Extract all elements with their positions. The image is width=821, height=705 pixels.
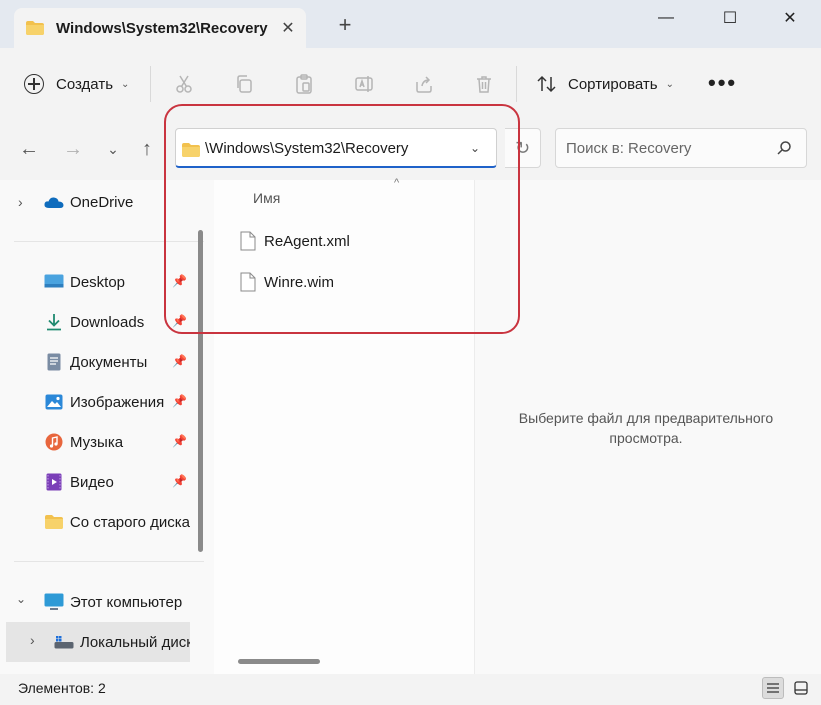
- sidebar-item-label: Со старого диска: [69, 513, 190, 531]
- cloud-icon: [44, 193, 64, 211]
- up-arrow-icon[interactable]: ↑: [134, 136, 160, 162]
- sidebar-item-label: Этот компьютер: [70, 593, 183, 611]
- create-button[interactable]: Создать ⌄: [24, 72, 129, 96]
- rename-icon[interactable]: [350, 70, 378, 98]
- search-input[interactable]: Поиск в: Recovery: [555, 128, 807, 168]
- maximize-button[interactable]: ☐: [714, 6, 746, 30]
- tab-close-icon[interactable]: ✕: [278, 18, 298, 38]
- file-name: Winre.wim: [264, 273, 334, 291]
- toolbar-divider: [516, 66, 517, 102]
- sidebar-item-documents[interactable]: Документы: [44, 350, 147, 374]
- refresh-icon[interactable]: ↻: [505, 128, 541, 168]
- computer-icon: [44, 593, 64, 611]
- items-count: Элементов: 2: [18, 680, 106, 696]
- file-row[interactable]: ReAgent.xml: [240, 228, 350, 254]
- delete-icon[interactable]: [470, 70, 498, 98]
- pin-icon[interactable]: 📌: [172, 434, 187, 448]
- desktop-icon: [44, 273, 64, 291]
- sort-ascending-icon: ^: [394, 177, 400, 189]
- close-window-button[interactable]: ✕: [774, 6, 806, 30]
- preview-text-line: Выберите файл для предварительного: [518, 410, 774, 426]
- sidebar-item-music[interactable]: Музыка: [44, 430, 123, 454]
- folder-icon: [44, 513, 64, 531]
- nav-divider: [14, 241, 204, 242]
- status-bar: [0, 674, 821, 705]
- details-view-icon[interactable]: [762, 677, 784, 699]
- sidebar-item-old-disk[interactable]: Со старого диска: [44, 510, 190, 534]
- sidebar-item-label: Локальный диск: [80, 633, 190, 651]
- file-icon: [240, 272, 256, 292]
- pictures-icon: [44, 393, 64, 411]
- forward-arrow-icon[interactable]: →: [60, 136, 86, 162]
- search-icon: [777, 141, 791, 155]
- folder-icon: [182, 143, 200, 157]
- sidebar-item-this-pc[interactable]: Этот компьютер: [44, 590, 182, 614]
- address-bar[interactable]: \Windows\System32\Recovery ⌄: [175, 128, 497, 168]
- chevron-down-icon: ⌄: [121, 78, 130, 90]
- sidebar-item-video[interactable]: Видео: [44, 470, 114, 494]
- search-placeholder: Поиск в: Recovery: [566, 140, 692, 157]
- sidebar-item-label: Изображения: [70, 393, 165, 411]
- sidebar-item-label: Видео: [70, 473, 114, 491]
- chevron-right-icon[interactable]: ›: [30, 632, 35, 648]
- sidebar-item-label: Desktop: [70, 273, 126, 291]
- file-icon: [240, 231, 256, 251]
- downloads-icon: [44, 313, 64, 331]
- sort-label: Сортировать: [568, 75, 658, 93]
- preview-pane-message: Выберите файл для предварительного просм…: [500, 408, 792, 448]
- address-dropdown-icon[interactable]: ⌄: [470, 141, 480, 155]
- pin-icon[interactable]: 📌: [172, 394, 187, 408]
- tab-recovery[interactable]: Windows\System32\Recovery ✕: [14, 8, 306, 48]
- address-path: \Windows\System32\Recovery: [205, 140, 409, 157]
- folder-icon: [26, 21, 44, 35]
- pin-icon[interactable]: 📌: [172, 354, 187, 368]
- music-icon: [44, 433, 64, 451]
- sidebar-item-local-disk[interactable]: Локальный диск: [54, 630, 190, 654]
- plus-circle-icon: [24, 74, 44, 94]
- sidebar-item-pictures[interactable]: Изображения: [44, 390, 164, 414]
- file-list-scrollbar[interactable]: [238, 659, 320, 664]
- pin-icon[interactable]: 📌: [172, 314, 187, 328]
- chevron-right-icon[interactable]: ›: [18, 194, 23, 210]
- tiles-view-icon[interactable]: [790, 677, 812, 699]
- recent-locations-chevron-icon[interactable]: ⌄: [100, 136, 126, 162]
- file-list: [214, 180, 475, 674]
- sidebar-item-downloads[interactable]: Downloads: [44, 310, 144, 334]
- copy-icon[interactable]: [230, 70, 258, 98]
- video-icon: [44, 473, 64, 491]
- sidebar-item-label: OneDrive: [70, 193, 134, 211]
- sidebar-item-desktop[interactable]: Desktop: [44, 270, 125, 294]
- nav-divider: [14, 561, 204, 562]
- back-arrow-icon[interactable]: ←: [16, 136, 42, 162]
- more-options-button[interactable]: •••: [708, 70, 737, 96]
- documents-icon: [44, 353, 64, 371]
- tab-title: Windows\System32\Recovery: [56, 20, 268, 37]
- chevron-down-icon: ⌄: [665, 78, 675, 90]
- drive-icon: [54, 633, 74, 651]
- sidebar-item-onedrive[interactable]: OneDrive: [44, 190, 133, 214]
- file-name: ReAgent.xml: [264, 232, 350, 250]
- sidebar-item-label: Музыка: [70, 433, 124, 451]
- minimize-button[interactable]: —: [650, 6, 682, 30]
- create-label: Создать: [56, 75, 114, 93]
- preview-text-line: просмотра.: [609, 430, 683, 446]
- pin-icon[interactable]: 📌: [172, 474, 187, 488]
- pin-icon[interactable]: 📌: [172, 274, 187, 288]
- share-icon[interactable]: [410, 70, 438, 98]
- column-header-name[interactable]: Имя: [253, 190, 280, 206]
- sort-button[interactable]: Сортировать ⌄: [536, 72, 674, 96]
- new-tab-button[interactable]: +: [334, 14, 356, 36]
- file-row[interactable]: Winre.wim: [240, 269, 334, 295]
- sidebar-item-label: Downloads: [70, 313, 145, 331]
- paste-icon[interactable]: [290, 70, 318, 98]
- sort-icon: [537, 75, 556, 93]
- sidebar-item-label: Документы: [70, 353, 148, 371]
- toolbar-divider: [150, 66, 151, 102]
- nav-scrollbar[interactable]: [198, 230, 203, 552]
- chevron-down-icon[interactable]: ⌄: [16, 592, 26, 606]
- cut-icon[interactable]: [170, 70, 198, 98]
